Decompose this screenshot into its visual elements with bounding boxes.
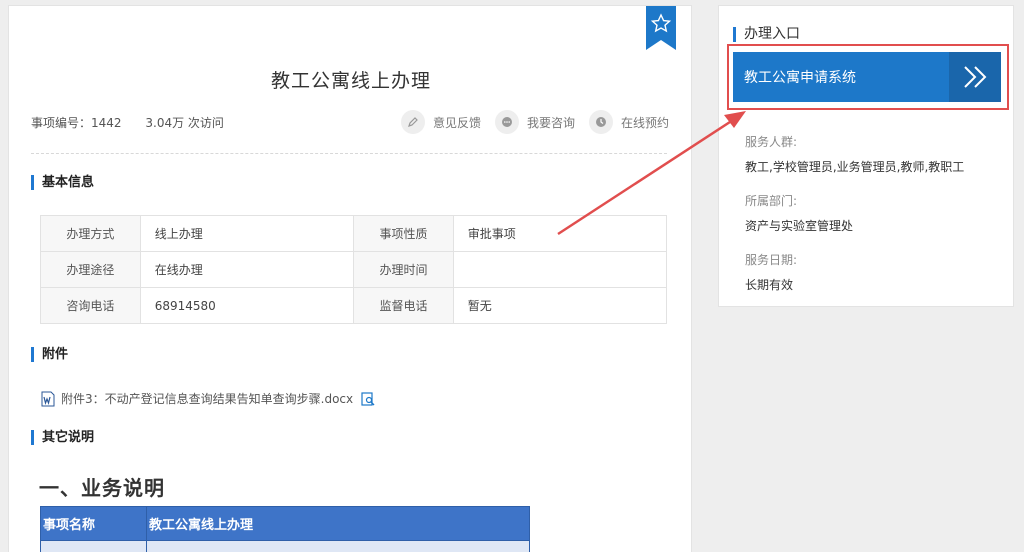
pencil-icon <box>401 110 425 134</box>
audience-label: 服务人群: <box>745 135 798 149</box>
table-row <box>40 540 530 552</box>
table-row: 咨询电话 68914580 监督电话 暂无 <box>40 287 668 324</box>
basic-info-heading: 基本信息 <box>31 175 94 190</box>
attachment-link[interactable]: 附件3：不动产登记信息查询结果告知单查询步骤.docx <box>61 390 353 407</box>
entry-panel: 办理入口 教工公寓申请系统 服务人群: 教工,学校管理员,业务管理员,教师,教职… <box>718 5 1014 307</box>
clock-icon <box>589 110 614 134</box>
visit-count: 3.04万 次访问 <box>145 116 224 130</box>
table-row: 办理途径 在线办理 办理时间 <box>40 251 668 288</box>
preview-icon[interactable] <box>361 391 375 406</box>
attachment-item[interactable]: 附件3：不动产登记信息查询结果告知单查询步骤.docx <box>41 390 375 407</box>
business-table: 事项名称 教工公寓线上办理 <box>40 506 530 552</box>
table-value: 审批事项 <box>452 215 668 252</box>
item-meta: 事项编号：1442 3.04万 次访问 <box>31 114 244 131</box>
favorite-star-icon[interactable] <box>646 6 676 50</box>
action-bar: 意见反馈 我要咨询 在线预约 <box>401 110 669 134</box>
basic-info-table: 办理方式 线上办理 事项性质 审批事项 办理途径 在线办理 办理时间 咨询电话 … <box>40 215 668 324</box>
audience-value: 教工,学校管理员,业务管理员,教师,教职工 <box>745 160 965 174</box>
table-value: 线上办理 <box>139 215 355 252</box>
other-notes-heading: 其它说明 <box>31 430 94 445</box>
table-key: 办理时间 <box>353 251 454 288</box>
table-value <box>452 251 668 288</box>
item-number: 事项编号：1442 <box>31 116 122 130</box>
table-header-cell: 教工公寓线上办理 <box>146 506 530 541</box>
section-title: 一、业务说明 <box>39 476 165 500</box>
table-cell <box>146 540 530 552</box>
main-panel: 教工公寓线上办理 事项编号：1442 3.04万 次访问 意见反馈 我要咨询 在… <box>8 5 692 552</box>
table-key: 事项性质 <box>353 215 454 252</box>
divider <box>31 153 667 154</box>
table-key: 办理方式 <box>40 215 141 252</box>
table-key: 办理途径 <box>40 251 141 288</box>
table-key: 监督电话 <box>353 287 454 324</box>
table-row: 办理方式 线上办理 事项性质 审批事项 <box>40 215 668 252</box>
table-value: 68914580 <box>139 287 355 324</box>
table-header-row: 事项名称 教工公寓线上办理 <box>40 506 530 541</box>
table-cell <box>40 540 147 552</box>
consult-button[interactable]: 我要咨询 <box>495 110 575 134</box>
entry-button-label: 教工公寓申请系统 <box>744 70 856 86</box>
feedback-button[interactable]: 意见反馈 <box>401 110 481 134</box>
service-date-value: 长期有效 <box>745 278 794 292</box>
department-label: 所属部门: <box>745 194 798 208</box>
apartment-system-button[interactable]: 教工公寓申请系统 <box>733 52 1001 102</box>
appointment-button[interactable]: 在线预约 <box>589 110 669 134</box>
attachments-heading: 附件 <box>31 347 68 362</box>
chat-icon <box>495 110 520 134</box>
table-value: 在线办理 <box>139 251 355 288</box>
entry-heading: 办理入口 <box>733 27 800 42</box>
department-value: 资产与实验室管理处 <box>745 219 854 233</box>
word-document-icon <box>41 391 55 406</box>
service-date-label: 服务日期: <box>745 253 798 267</box>
double-chevron-right-icon <box>949 52 1001 102</box>
table-key: 咨询电话 <box>40 287 141 324</box>
page-title: 教工公寓线上办理 <box>270 70 431 92</box>
table-value: 暂无 <box>452 287 668 324</box>
table-header-cell: 事项名称 <box>40 506 147 541</box>
entry-highlight-frame: 教工公寓申请系统 <box>727 44 1009 110</box>
